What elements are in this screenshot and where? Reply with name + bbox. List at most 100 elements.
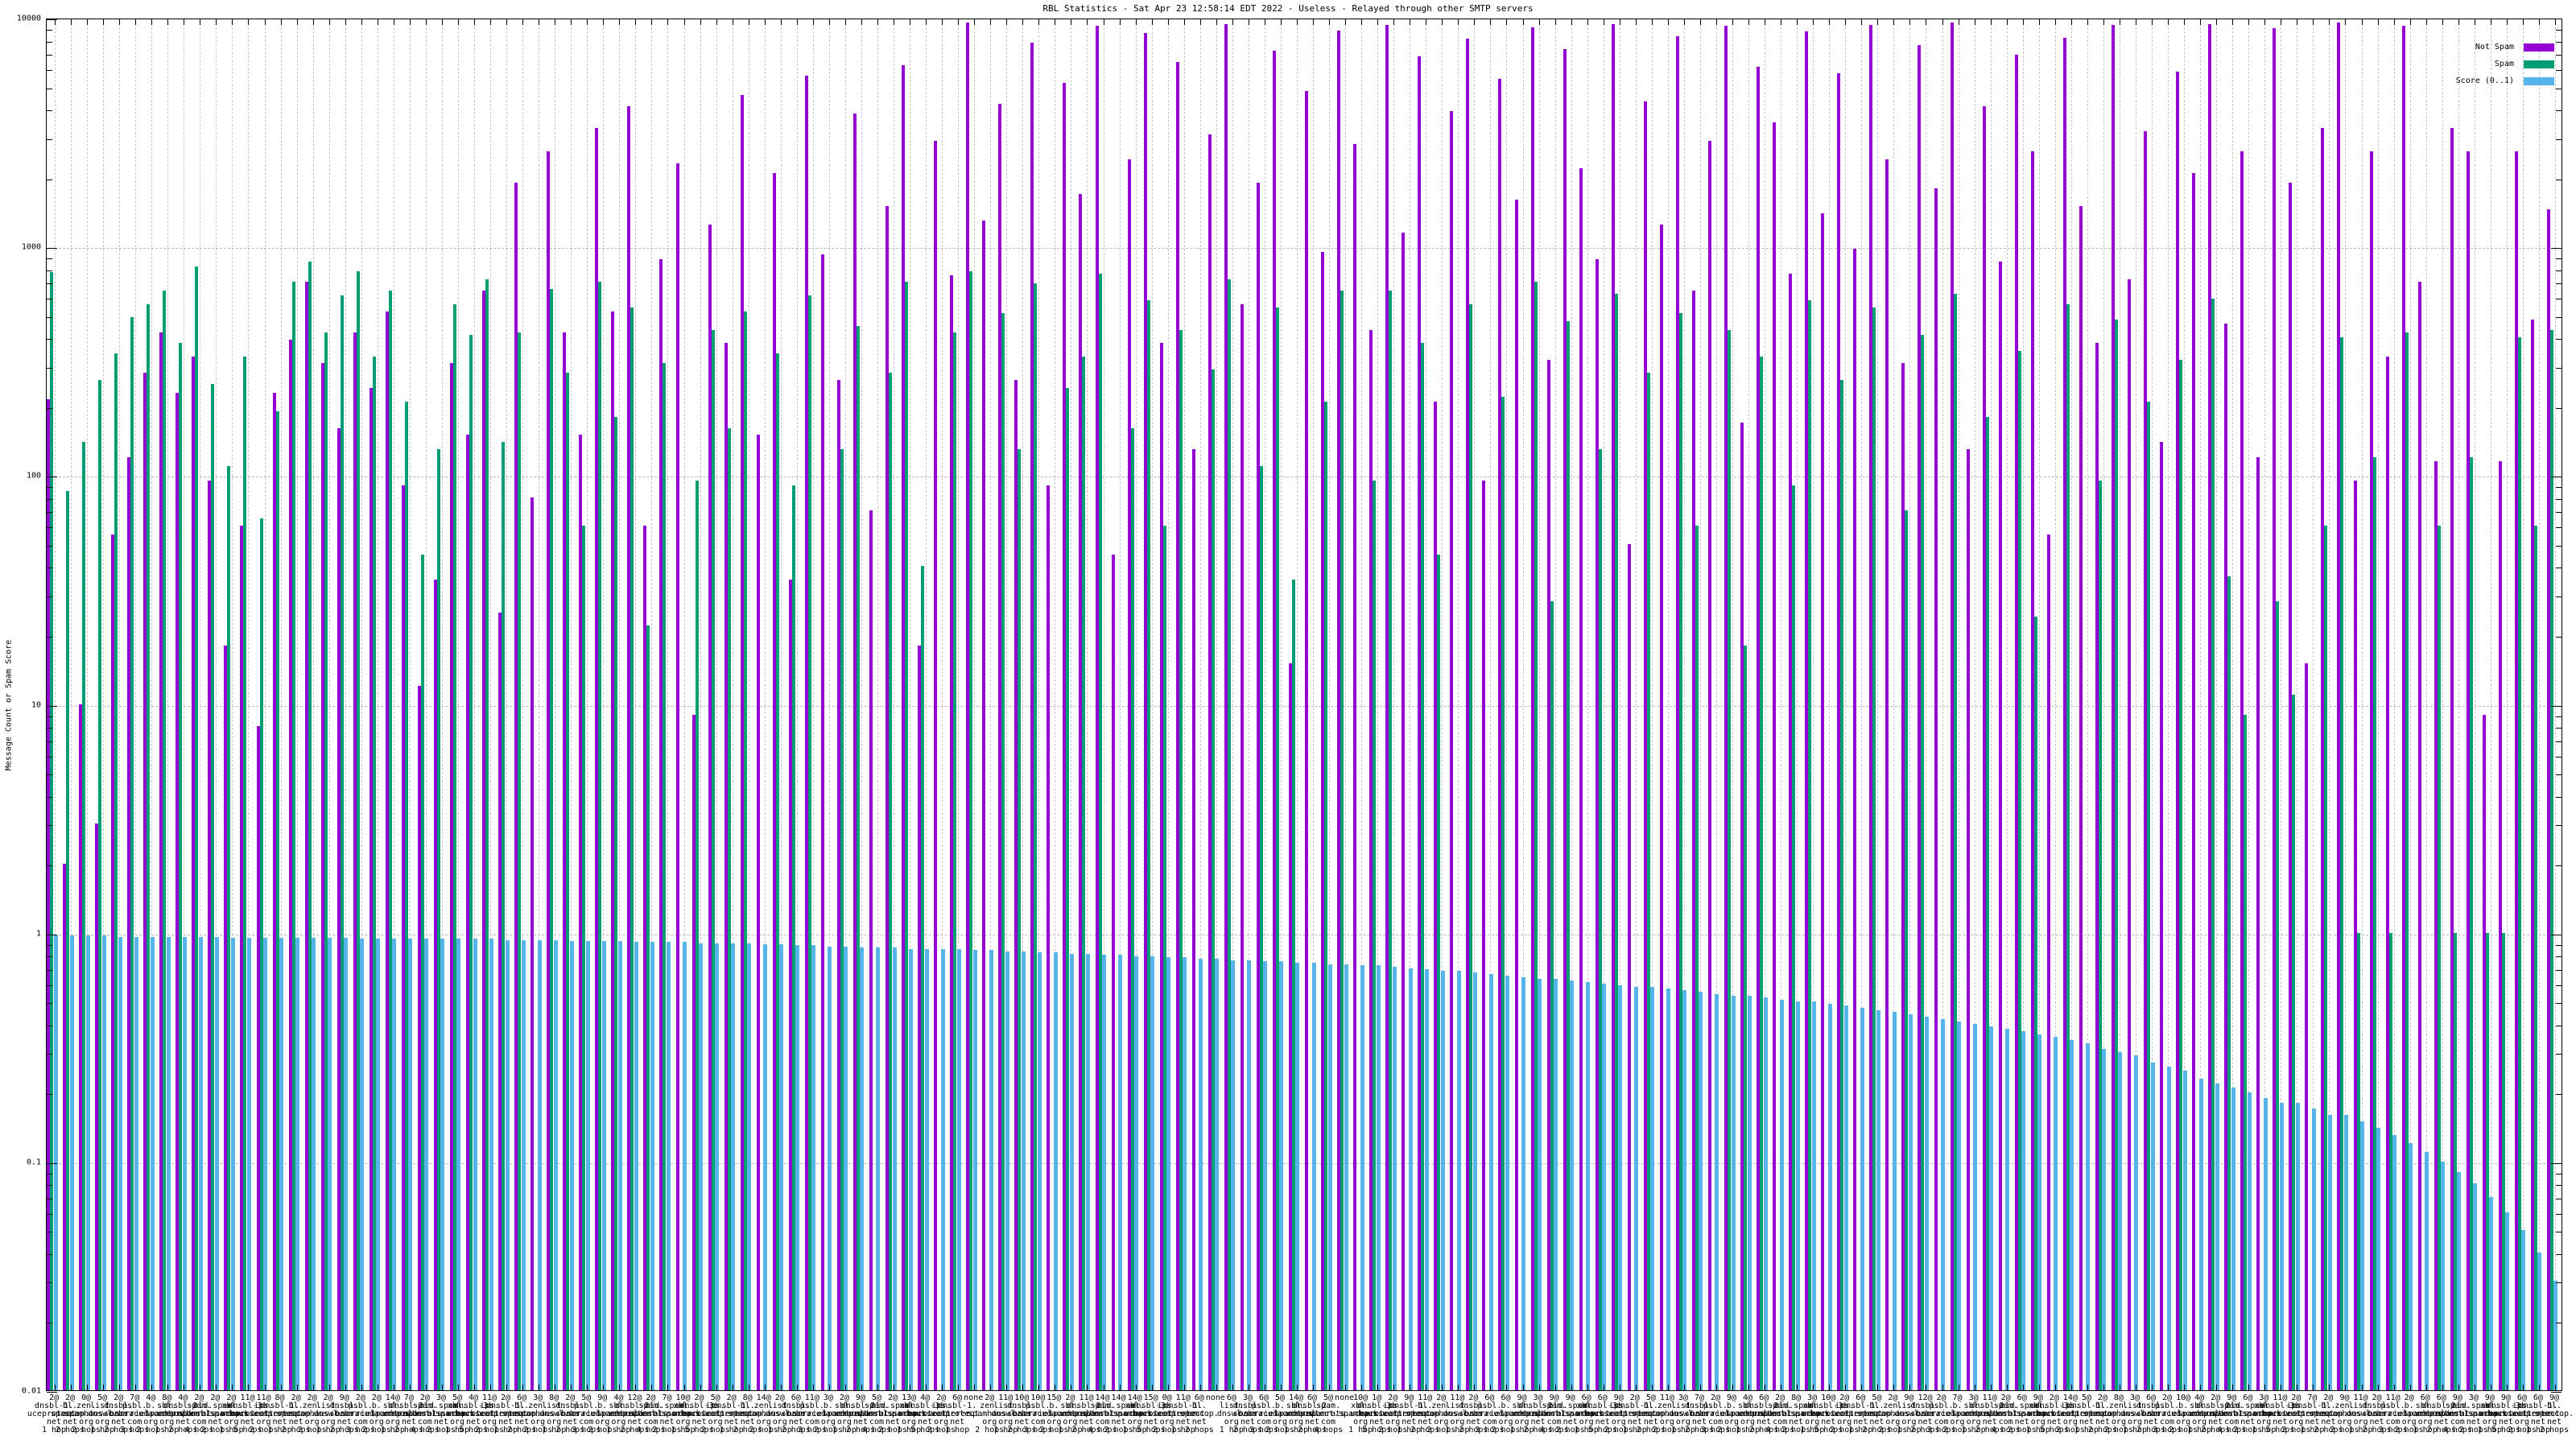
bar-score bbox=[1392, 966, 1397, 1390]
bar-spam bbox=[2292, 694, 2296, 1390]
x-tick-top bbox=[2345, 19, 2347, 25]
rbl-statistics-screen: { "title": "RBL Statistics - Sat Apr 23 … bbox=[0, 0, 2576, 1449]
bar-score bbox=[2054, 1037, 2058, 1390]
bar-spam bbox=[2340, 337, 2344, 1390]
bar-score bbox=[2231, 1088, 2235, 1390]
bar-score bbox=[924, 948, 929, 1390]
y-tick-right bbox=[2556, 756, 2562, 758]
y-tick-left bbox=[47, 55, 52, 56]
y-tick-left bbox=[47, 1392, 57, 1393]
bar-spam bbox=[2147, 401, 2151, 1390]
bar-spam bbox=[98, 380, 102, 1390]
x-tick-top bbox=[1087, 19, 1088, 25]
bar-spam bbox=[2437, 526, 2441, 1390]
bar-spam bbox=[2098, 480, 2102, 1390]
x-tick-bottom bbox=[1393, 1385, 1395, 1390]
bar-spam bbox=[147, 303, 151, 1390]
bar-spam bbox=[791, 485, 795, 1390]
bar-spam bbox=[2372, 456, 2376, 1390]
bar-not-spam bbox=[1821, 213, 1825, 1390]
y-tick-right bbox=[2556, 110, 2562, 112]
bar-score bbox=[456, 939, 461, 1390]
bar-score bbox=[1021, 951, 1026, 1390]
x-tick-bottom bbox=[2458, 1385, 2459, 1390]
y-tick-right bbox=[2556, 796, 2562, 798]
bar-score bbox=[1376, 965, 1381, 1390]
bar-score bbox=[1150, 956, 1155, 1390]
x-tick-top bbox=[1345, 19, 1347, 25]
x-tick-bottom bbox=[119, 1385, 121, 1390]
x-tick-top bbox=[1183, 19, 1185, 25]
y-tick-left bbox=[47, 498, 52, 500]
bar-spam bbox=[372, 357, 376, 1390]
bar-spam bbox=[2211, 299, 2215, 1390]
bar-spam bbox=[663, 362, 667, 1390]
x-tick-top bbox=[232, 19, 233, 25]
y-tick-left bbox=[47, 248, 57, 250]
x-gridline bbox=[2538, 19, 2540, 1390]
x-tick-top bbox=[264, 19, 266, 25]
x-tick-top bbox=[87, 19, 89, 25]
x-tick-bottom bbox=[2345, 1385, 2347, 1390]
x-tick-bottom bbox=[844, 1385, 846, 1390]
x-tick-bottom bbox=[71, 1385, 72, 1390]
bar-score bbox=[2425, 1152, 2429, 1390]
bar-score bbox=[150, 936, 155, 1390]
bar-spam bbox=[1760, 357, 1764, 1390]
bar-spam bbox=[291, 282, 295, 1390]
x-tick-top bbox=[55, 19, 56, 25]
y-tick-right bbox=[2556, 716, 2562, 717]
y-tick-left bbox=[47, 527, 52, 529]
y-tick-left bbox=[47, 716, 52, 717]
y-tick-left bbox=[47, 138, 52, 140]
x-tick-top bbox=[2200, 19, 2202, 25]
x-tick-top bbox=[167, 19, 169, 25]
bar-spam bbox=[195, 266, 199, 1390]
bar-score bbox=[2134, 1055, 2139, 1390]
x-tick-top bbox=[2313, 19, 2314, 25]
bar-score bbox=[908, 948, 913, 1390]
bar-score bbox=[2360, 1121, 2365, 1390]
bar-score bbox=[1279, 961, 1284, 1390]
bar-spam bbox=[1179, 330, 1183, 1390]
y-tick-left bbox=[47, 512, 52, 514]
bar-score bbox=[763, 944, 768, 1390]
x-tick-bottom bbox=[2184, 1385, 2186, 1390]
x-tick-label: 9@ bl. spamcop. net 2 hops bbox=[2534, 1393, 2574, 1435]
x-tick-bottom bbox=[457, 1385, 459, 1390]
bar-not-spam bbox=[1450, 111, 1454, 1390]
bar-score bbox=[2102, 1049, 2107, 1390]
x-tick-bottom bbox=[1813, 1385, 1814, 1390]
y-tick-right bbox=[2556, 487, 2562, 489]
legend-entry-not-spam: Not Spam bbox=[2456, 39, 2554, 56]
bar-score bbox=[2037, 1034, 2042, 1390]
bar-spam bbox=[2017, 350, 2021, 1390]
bar-spam bbox=[1469, 303, 1473, 1390]
x-tick-top bbox=[571, 19, 572, 25]
x-tick-bottom bbox=[2361, 1385, 2363, 1390]
bar-spam bbox=[1872, 308, 1876, 1390]
x-tick-top bbox=[1038, 19, 1040, 25]
x-tick-bottom bbox=[1490, 1385, 1492, 1390]
y-tick-left bbox=[47, 19, 57, 20]
bar-score bbox=[1941, 1018, 1946, 1390]
bar-spam bbox=[308, 261, 312, 1390]
bar-score bbox=[2537, 1252, 2542, 1390]
bar-score bbox=[1876, 1009, 1880, 1390]
x-tick-top bbox=[2522, 19, 2524, 25]
y-tick-left bbox=[47, 41, 52, 43]
bar-spam bbox=[2469, 456, 2473, 1390]
bar-score bbox=[683, 942, 687, 1390]
x-tick-bottom bbox=[167, 1385, 169, 1390]
x-tick-bottom bbox=[1458, 1385, 1459, 1390]
bar-spam bbox=[969, 270, 973, 1390]
x-tick-bottom bbox=[1022, 1385, 1024, 1390]
x-tick-top bbox=[2458, 19, 2459, 25]
bar-score bbox=[1263, 961, 1268, 1390]
bar-score bbox=[1666, 989, 1671, 1390]
bar-score bbox=[2457, 1171, 2462, 1390]
bar-score bbox=[1344, 964, 1348, 1390]
bar-spam bbox=[1389, 291, 1393, 1390]
y-tick-right bbox=[2556, 498, 2562, 500]
x-tick-bottom bbox=[2506, 1385, 2508, 1390]
